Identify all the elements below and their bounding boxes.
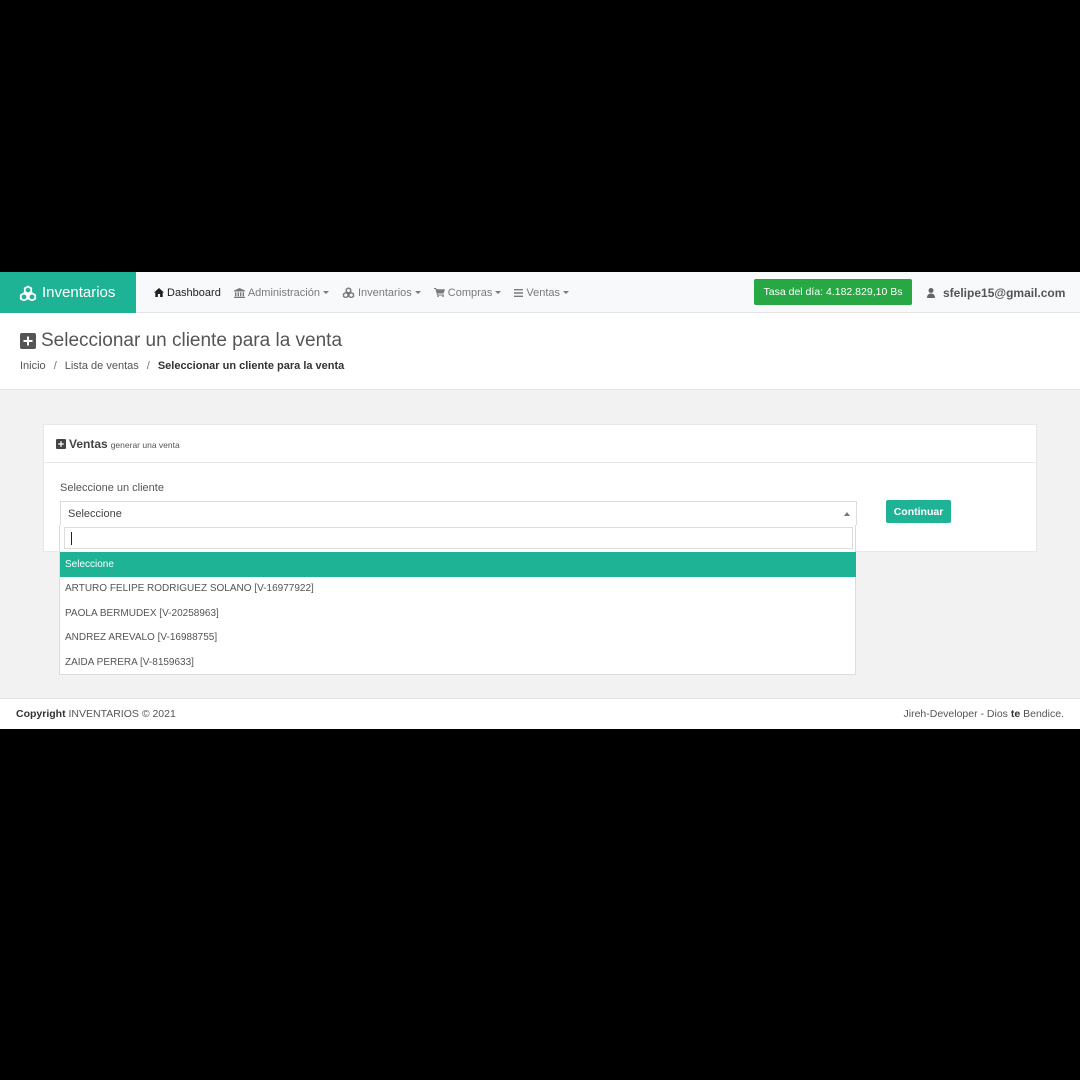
- nav-menu: Dashboard Administración Inventarios Com…: [154, 272, 582, 313]
- client-options-list: Seleccione ARTURO FELIPE RODRIGUEZ SOLAN…: [60, 552, 856, 675]
- page-header: Seleccionar un cliente para la venta Ini…: [0, 313, 1080, 390]
- breadcrumb-item-lista-ventas[interactable]: Lista de ventas: [65, 360, 139, 372]
- plus-square-icon: [56, 438, 66, 449]
- exchange-rate-badge: Tasa del día: 4.182.829,10 Bs: [754, 279, 912, 305]
- breadcrumb: Inicio / Lista de ventas / Seleccionar u…: [20, 360, 344, 372]
- brand-logo[interactable]: Inventarios: [0, 272, 136, 313]
- client-select-value: Seleccione: [68, 507, 122, 520]
- breadcrumb-item-inicio[interactable]: Inicio: [20, 360, 46, 372]
- client-select[interactable]: Seleccione: [60, 501, 857, 525]
- credit-bold: te: [1010, 708, 1021, 720]
- list-icon: [514, 288, 524, 297]
- caret-down-icon: [414, 291, 421, 294]
- breadcrumb-separator: /: [53, 360, 57, 372]
- cubes-icon: [19, 284, 37, 301]
- bank-icon: [233, 287, 245, 298]
- page-title: Seleccionar un cliente para la venta: [20, 330, 342, 352]
- nav-item-label: Compras: [447, 286, 493, 299]
- footer: Copyright INVENTARIOS © 2021 Jireh-Devel…: [0, 698, 1080, 729]
- card-header: Ventas generar una venta: [44, 425, 1036, 463]
- caret-down-icon: [322, 291, 329, 294]
- client-option[interactable]: ARTURO FELIPE RODRIGUEZ SOLANO [V-169779…: [60, 577, 856, 602]
- card-title: Ventas: [69, 436, 108, 451]
- nav-item-label: Ventas: [526, 286, 561, 299]
- credit-prefix: Jireh-Developer - Dios: [903, 708, 1008, 720]
- home-icon: [154, 288, 164, 297]
- app-screen: Inventarios Dashboard Administración Inv…: [0, 272, 1080, 729]
- top-navbar: Inventarios Dashboard Administración Inv…: [0, 272, 1080, 313]
- breadcrumb-item-current: Seleccionar un cliente para la venta: [157, 360, 345, 372]
- nav-item-administracion[interactable]: Administración: [233, 286, 329, 299]
- client-option[interactable]: PAOLA BERMUDEX [V-20258963]: [60, 601, 856, 626]
- caret-down-icon: [495, 291, 502, 294]
- nav-item-label: Dashboard: [167, 286, 221, 299]
- card-subtitle: generar una venta: [110, 439, 180, 450]
- nav-item-compras[interactable]: Compras: [433, 286, 502, 299]
- client-option[interactable]: Seleccione: [60, 552, 856, 577]
- text-cursor: [71, 532, 72, 545]
- user-menu[interactable]: sfelipe15@gmail.com: [927, 272, 1065, 313]
- client-search-input[interactable]: [64, 527, 853, 549]
- caret-down-icon: [563, 291, 570, 294]
- nav-item-dashboard[interactable]: Dashboard: [154, 287, 221, 299]
- brand-name: Inventarios: [42, 284, 116, 301]
- plus-square-icon: [20, 333, 36, 349]
- nav-item-inventarios[interactable]: Inventarios: [342, 287, 421, 299]
- cubes-icon: [342, 287, 355, 298]
- continue-button[interactable]: Continuar: [886, 500, 951, 523]
- client-dropdown: Seleccione ARTURO FELIPE RODRIGUEZ SOLAN…: [59, 525, 856, 675]
- footer-copyright: Copyright INVENTARIOS © 2021: [16, 708, 176, 720]
- copyright-label: Copyright: [16, 708, 66, 720]
- breadcrumb-separator: /: [146, 360, 150, 372]
- caret-up-icon: [844, 512, 850, 516]
- credit-suffix: Bendice.: [1023, 708, 1064, 720]
- client-option[interactable]: ZAIDA PERERA [V-8159633]: [60, 650, 856, 675]
- user-email: sfelipe15@gmail.com: [943, 285, 1066, 300]
- client-field-label: Seleccione un cliente: [60, 482, 164, 494]
- nav-item-label: Administración: [247, 286, 320, 299]
- nav-item-ventas[interactable]: Ventas: [514, 286, 570, 299]
- footer-credit: Jireh-Developer - Dios te Bendice.: [903, 708, 1064, 720]
- client-option[interactable]: ANDREZ AREVALO [V-16988755]: [60, 626, 856, 651]
- cart-icon: [433, 288, 445, 297]
- user-icon: [927, 287, 935, 298]
- copyright-text: INVENTARIOS © 2021: [68, 708, 176, 720]
- page-title-text: Seleccionar un cliente para la venta: [41, 330, 343, 351]
- nav-item-label: Inventarios: [357, 286, 412, 299]
